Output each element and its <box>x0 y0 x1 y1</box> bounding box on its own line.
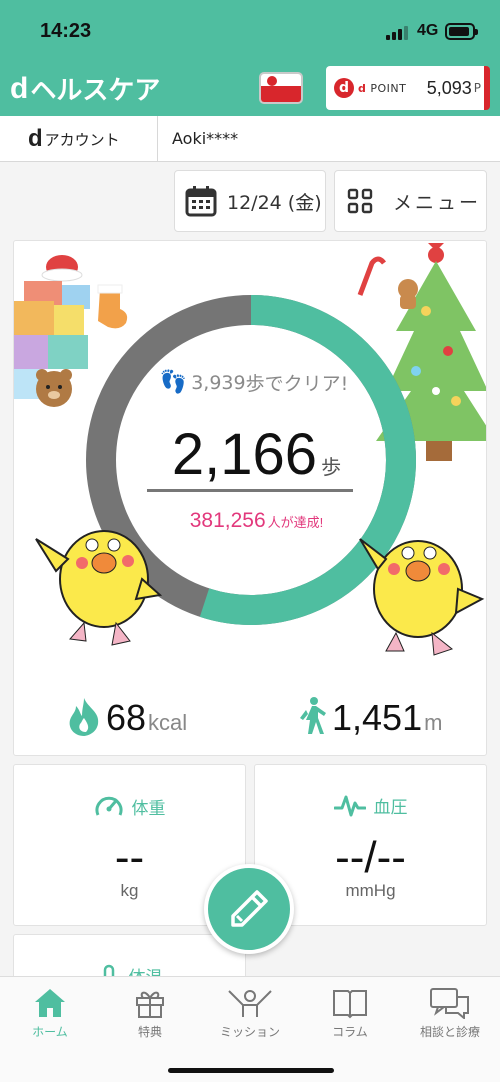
walking-person-icon <box>300 697 326 734</box>
dpoint-unit: P <box>473 81 481 95</box>
footprints-icon: 👣 <box>159 370 188 395</box>
status-bar: 14:23 4G <box>0 0 500 58</box>
tab-home-label: ホーム <box>32 1025 68 1039</box>
pulse-icon <box>333 795 366 816</box>
weight-title: 体重 <box>131 798 166 819</box>
tab-home[interactable]: ホーム <box>0 987 100 1040</box>
distance-readout: 1,451 m <box>296 696 442 736</box>
tab-column-label: コラム <box>332 1025 368 1039</box>
menu-label: メニュー <box>393 191 482 214</box>
dpoint-icon: d <box>334 78 354 98</box>
weight-value: -- <box>114 833 145 882</box>
tab-missions-label: ミッション <box>219 1025 280 1039</box>
goal-steps: 3,939 <box>191 371 246 394</box>
chick-character-left <box>35 530 162 646</box>
steps-card[interactable]: 👣 3,939 歩でクリア! 2,166 歩 381,256 人が達成! 68 … <box>13 240 487 756</box>
tab-consult-label: 相談と診療 <box>419 1025 480 1039</box>
bp-value: --/-- <box>335 833 406 882</box>
tab-benefits[interactable]: 特典 <box>100 987 200 1040</box>
chat-icon <box>430 988 469 1019</box>
account-bar: d アカウント Aoki**** <box>0 116 500 162</box>
calendar-icon <box>185 186 217 217</box>
distance-unit: m <box>424 710 443 735</box>
menu-button[interactable]: メニュー <box>334 170 487 232</box>
dpoint-button[interactable]: d d POINT 5,093 P <box>326 66 490 110</box>
home-indicator <box>168 1068 334 1073</box>
chick-character-right <box>359 538 485 656</box>
gift-icon <box>136 991 164 1018</box>
status-time: 14:23 <box>40 20 92 42</box>
pencil-icon <box>231 890 268 927</box>
goal-suffix: 歩でクリア! <box>245 373 349 395</box>
account-label: アカウント <box>44 130 120 149</box>
network-type: 4G <box>417 22 439 39</box>
calories-value: 68 <box>106 697 147 738</box>
flame-icon <box>69 698 99 736</box>
signal-icon <box>386 26 410 40</box>
tab-consult[interactable]: 相談と診療 <box>400 987 500 1040</box>
bottom-tab-bar: ホーム 特典 ミッション コラム 相談と診療 <box>0 976 500 1082</box>
tab-benefits-label: 特典 <box>137 1025 162 1039</box>
book-icon <box>333 990 367 1019</box>
battery-icon <box>445 23 478 40</box>
calories-readout: 68 kcal <box>66 696 187 736</box>
grid-menu-icon <box>347 188 373 214</box>
tab-column[interactable]: コラム <box>300 987 400 1040</box>
docomo-d-icon: d <box>28 125 43 152</box>
steps-unit: 歩 <box>321 457 342 479</box>
app-header: 14:23 4G d ヘルスケア d d POINT 5,093 P <box>0 0 500 116</box>
bp-title: 血圧 <box>373 798 408 818</box>
mission-icon <box>228 990 272 1017</box>
account-button[interactable]: d アカウント <box>0 116 158 162</box>
steps-divider <box>147 489 353 492</box>
achievers-suffix: 人が達成! <box>267 515 324 530</box>
distance-value: 1,451 <box>332 697 423 738</box>
app-logo: d ヘルスケア <box>10 70 160 107</box>
docomo-d-icon: d <box>10 71 29 105</box>
calories-unit: kcal <box>148 710 188 735</box>
account-user-name: Aoki**** <box>172 129 239 148</box>
record-entry-button[interactable] <box>204 864 294 954</box>
app-title: ヘルスケア <box>30 75 161 105</box>
date-button[interactable]: 12/24 (金) <box>174 170 326 232</box>
dpoint-value: 5,093 <box>426 77 472 98</box>
current-steps: 2,166 <box>171 422 318 487</box>
dpoint-label: POINT <box>370 81 407 95</box>
scale-gauge-icon <box>95 796 122 816</box>
date-label: 12/24 (金) <box>227 191 322 214</box>
dcard-button[interactable] <box>259 72 303 104</box>
achievers-count: 381,256 <box>189 509 266 532</box>
home-icon <box>35 989 65 1017</box>
tab-missions[interactable]: ミッション <box>200 987 300 1040</box>
